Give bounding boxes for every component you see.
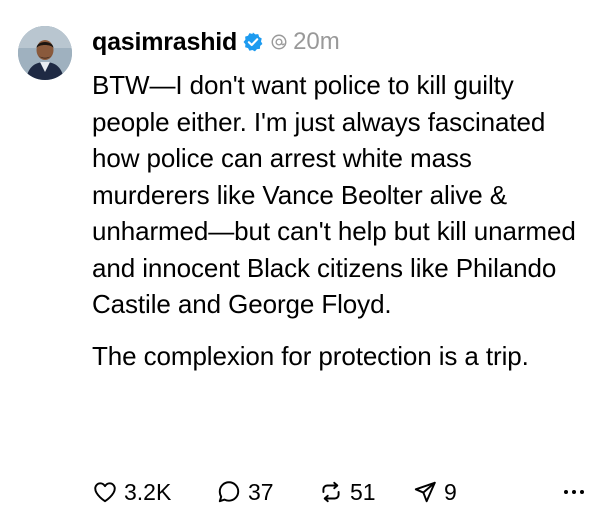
post-timestamp: 20m (293, 28, 340, 55)
reply-button[interactable]: 37 (216, 479, 318, 506)
more-dot (580, 490, 584, 494)
avatar[interactable] (18, 26, 72, 80)
post: qasimrashid 20m BTW—I don't want police … (0, 0, 600, 520)
repost-button[interactable]: 51 (318, 479, 412, 506)
reply-bubble-icon (218, 481, 240, 503)
like-count: 3.2K (124, 478, 172, 505)
repost-count: 51 (350, 478, 376, 505)
more-options-icon[interactable] (564, 474, 584, 510)
username[interactable]: qasimrashid (92, 28, 237, 57)
more-dot (572, 490, 576, 494)
like-button[interactable]: 3.2K (92, 479, 216, 506)
avatar-image (18, 26, 72, 80)
action-bar: 3.2K 37 51 9 (92, 474, 592, 510)
post-header: qasimrashid 20m (92, 24, 340, 60)
post-paragraph: BTW—I don't want police to kill guilty p… (92, 70, 576, 319)
reply-count: 37 (248, 478, 274, 505)
post-body: BTW—I don't want police to kill guilty p… (92, 67, 587, 374)
share-count: 9 (444, 478, 457, 505)
send-icon (414, 481, 436, 503)
verified-badge-icon (242, 31, 264, 53)
share-button[interactable]: 9 (412, 479, 492, 506)
post-paragraph: The complexion for protection is a trip. (92, 340, 529, 371)
threads-icon (270, 33, 288, 51)
heart-icon (94, 482, 116, 503)
repost-icon (322, 481, 340, 503)
more-dot (564, 490, 568, 494)
